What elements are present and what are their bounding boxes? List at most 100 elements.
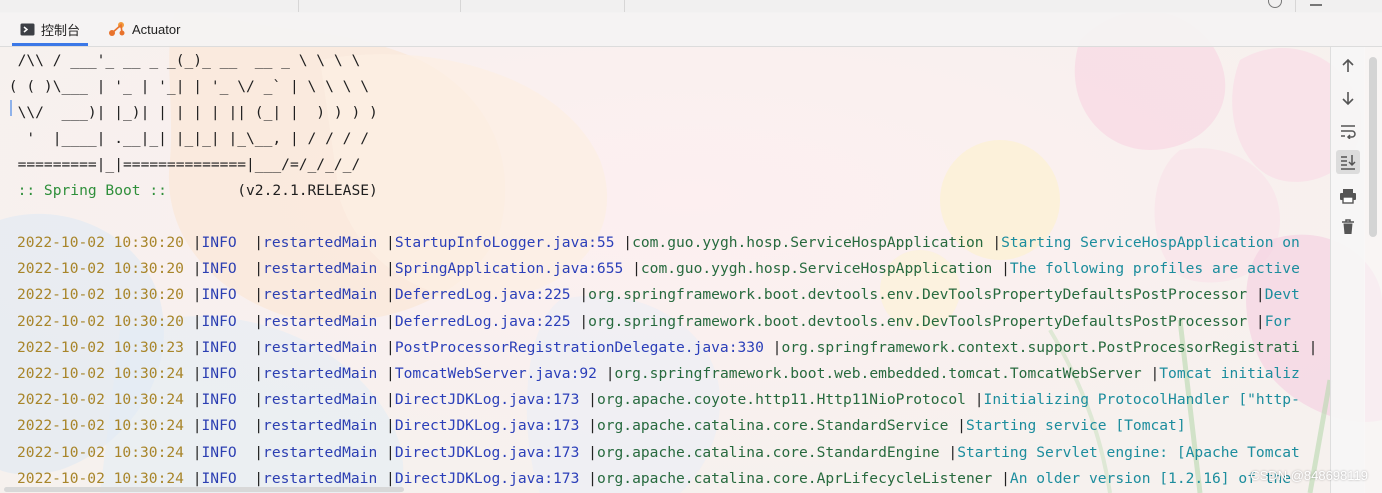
soft-wrap-button[interactable] xyxy=(1336,119,1360,143)
vertical-scrollbar[interactable] xyxy=(1364,47,1382,493)
banner-line: =========|_|==============|___/=/_/_/_/ xyxy=(0,156,361,173)
log-source: PostProcessorRegistrationDelegate.java:3… xyxy=(394,338,764,356)
console-tab-bar: 控制台 Actuator xyxy=(0,12,1382,47)
log-message: An older version [1.2.16] of the xyxy=(1009,469,1292,487)
log-timestamp: 2022-10-02 10:30:23 xyxy=(17,338,184,356)
log-thread: restartedMain xyxy=(263,391,378,409)
log-level: INFO xyxy=(201,286,246,304)
log-level: INFO xyxy=(201,260,246,278)
log-logger: org.springframework.boot.web.embedded.to… xyxy=(614,365,1142,382)
console-output[interactable]: /\\ / ___'_ __ _ _(_)_ __ __ _ \ \ \ \ (… xyxy=(0,47,1330,493)
spring-boot-version: (v2.2.1.RELEASE) xyxy=(166,182,378,199)
log-thread: restartedMain xyxy=(263,338,378,356)
log-level: INFO xyxy=(201,338,246,356)
log-thread: restartedMain xyxy=(263,469,378,487)
log-timestamp: 2022-10-02 10:30:24 xyxy=(17,391,184,409)
log-line: 2022-10-02 10:30:24 |INFO |restartedMain… xyxy=(17,391,1300,409)
console-icon xyxy=(20,23,35,36)
log-thread: restartedMain xyxy=(263,365,378,382)
log-line: 2022-10-02 10:30:24 |INFO |restartedMain… xyxy=(17,417,1186,435)
scroll-down-button[interactable] xyxy=(1336,86,1360,110)
log-message: Initializing ProtocolHandler ["http- xyxy=(983,391,1300,409)
log-level: INFO xyxy=(201,234,246,251)
scrollbar-thumb[interactable] xyxy=(1369,57,1377,237)
log-source: TomcatWebServer.java:92 xyxy=(394,365,597,382)
divider xyxy=(298,0,299,12)
banner-line: ' |____| .__|_| |_|_| |_\__, | / / / / xyxy=(0,130,370,147)
log-level: INFO xyxy=(201,469,246,487)
divider xyxy=(1295,0,1296,12)
tab-label: 控制台 xyxy=(41,22,81,38)
banner-version-line: :: Spring Boot :: (v2.2.1.RELEASE) xyxy=(0,181,378,201)
log-logger: org.springframework.boot.devtools.env.De… xyxy=(588,312,1248,330)
tab-actuator[interactable]: Actuator xyxy=(108,12,180,46)
soft-wrap-icon xyxy=(1341,125,1356,139)
log-message: Starting ServiceHospApplication on xyxy=(1001,234,1300,251)
log-line: 2022-10-02 10:30:20 |INFO |restartedMain… xyxy=(17,234,1300,251)
scroll-up-button[interactable] xyxy=(1336,54,1360,78)
help-icon[interactable] xyxy=(1268,0,1282,8)
log-message: For xyxy=(1264,312,1292,330)
log-timestamp: 2022-10-02 10:30:20 xyxy=(17,312,184,330)
banner-line: ( ( )\___ | '_ | '_| | '_ \/ _` | \ \ \ … xyxy=(0,78,370,95)
log-source: DirectJDKLog.java:173 xyxy=(394,443,580,461)
log-level: INFO xyxy=(201,365,246,382)
log-logger: org.apache.catalina.core.AprLifecycleLis… xyxy=(596,469,993,487)
log-message: Starting Servlet engine: [Apache Tomcat xyxy=(957,443,1300,461)
log-source: SpringApplication.java:655 xyxy=(394,260,624,278)
tab-console[interactable]: 控制台 xyxy=(12,12,89,46)
actuator-icon xyxy=(108,21,126,37)
spring-boot-label: :: Spring Boot :: xyxy=(0,182,167,199)
log-logger: com.guo.yygh.hosp.ServiceHospApplication xyxy=(632,234,984,251)
divider xyxy=(460,0,461,12)
log-source: DirectJDKLog.java:173 xyxy=(394,391,580,409)
watermark: CSDN @848698119 xyxy=(1250,468,1368,483)
scroll-to-end-icon xyxy=(1341,155,1356,170)
log-message: Starting service [Tomcat] xyxy=(965,417,1186,435)
log-level: INFO xyxy=(201,391,246,409)
clear-all-icon xyxy=(1342,219,1354,234)
banner-line: \\/ ___)| |_)| | | | | || (_| | ) ) ) ) xyxy=(0,104,378,121)
log-line: 2022-10-02 10:30:20 |INFO |restartedMain… xyxy=(17,260,1300,278)
log-source: DirectJDKLog.java:173 xyxy=(394,417,580,435)
log-level: INFO xyxy=(201,312,246,330)
log-timestamp: 2022-10-02 10:30:24 xyxy=(17,365,184,382)
log-logger: org.springframework.context.support.Post… xyxy=(781,338,1300,356)
log-thread: restartedMain xyxy=(263,234,378,251)
banner-line: /\\ / ___'_ __ _ _(_)_ __ __ _ \ \ \ \ xyxy=(0,52,361,69)
log-line: 2022-10-02 10:30:24 |INFO |restartedMain… xyxy=(17,469,1292,487)
log-logger: org.apache.catalina.core.StandardEngine xyxy=(596,443,940,461)
log-timestamp: 2022-10-02 10:30:24 xyxy=(17,417,184,435)
log-logger: com.guo.yygh.hosp.ServiceHospApplication xyxy=(640,260,993,278)
log-logger: org.springframework.boot.devtools.env.De… xyxy=(588,286,1248,304)
log-logger: org.apache.catalina.core.StandardService xyxy=(596,417,949,435)
log-timestamp: 2022-10-02 10:30:20 xyxy=(17,234,184,251)
scroll-to-end-button[interactable] xyxy=(1336,150,1360,174)
log-thread: restartedMain xyxy=(263,312,378,330)
divider xyxy=(624,0,625,12)
log-timestamp: 2022-10-02 10:30:24 xyxy=(17,443,184,461)
log-logger: org.apache.coyote.http11.Http11NioProtoc… xyxy=(596,391,966,409)
log-line: 2022-10-02 10:30:20 |INFO |restartedMain… xyxy=(17,312,1292,330)
log-timestamp: 2022-10-02 10:30:20 xyxy=(17,260,184,278)
log-line: 2022-10-02 10:30:20 |INFO |restartedMain… xyxy=(17,286,1300,304)
print-icon xyxy=(1340,189,1356,204)
print-button[interactable] xyxy=(1336,184,1360,208)
scrollbar-thumb[interactable] xyxy=(4,487,404,492)
log-level: INFO xyxy=(201,417,246,435)
log-thread: restartedMain xyxy=(263,443,378,461)
scroll-down-icon xyxy=(1342,92,1354,106)
log-line: 2022-10-02 10:30:24 |INFO |restartedMain… xyxy=(17,443,1300,461)
log-message: Tomcat initializ xyxy=(1159,365,1300,382)
log-source: DeferredLog.java:225 xyxy=(394,286,571,304)
tab-label: Actuator xyxy=(132,21,181,37)
log-thread: restartedMain xyxy=(263,260,378,278)
console-side-toolbar xyxy=(1330,47,1365,493)
log-thread: restartedMain xyxy=(263,417,378,435)
log-line: 2022-10-02 10:30:23 |INFO |restartedMain… xyxy=(17,338,1318,356)
clear-all-button[interactable] xyxy=(1336,215,1360,239)
log-message: The following profiles are active xyxy=(1009,260,1300,278)
horizontal-scrollbar[interactable] xyxy=(0,487,1330,493)
log-thread: restartedMain xyxy=(263,286,378,304)
log-line: 2022-10-02 10:30:24 |INFO |restartedMain… xyxy=(17,365,1300,382)
